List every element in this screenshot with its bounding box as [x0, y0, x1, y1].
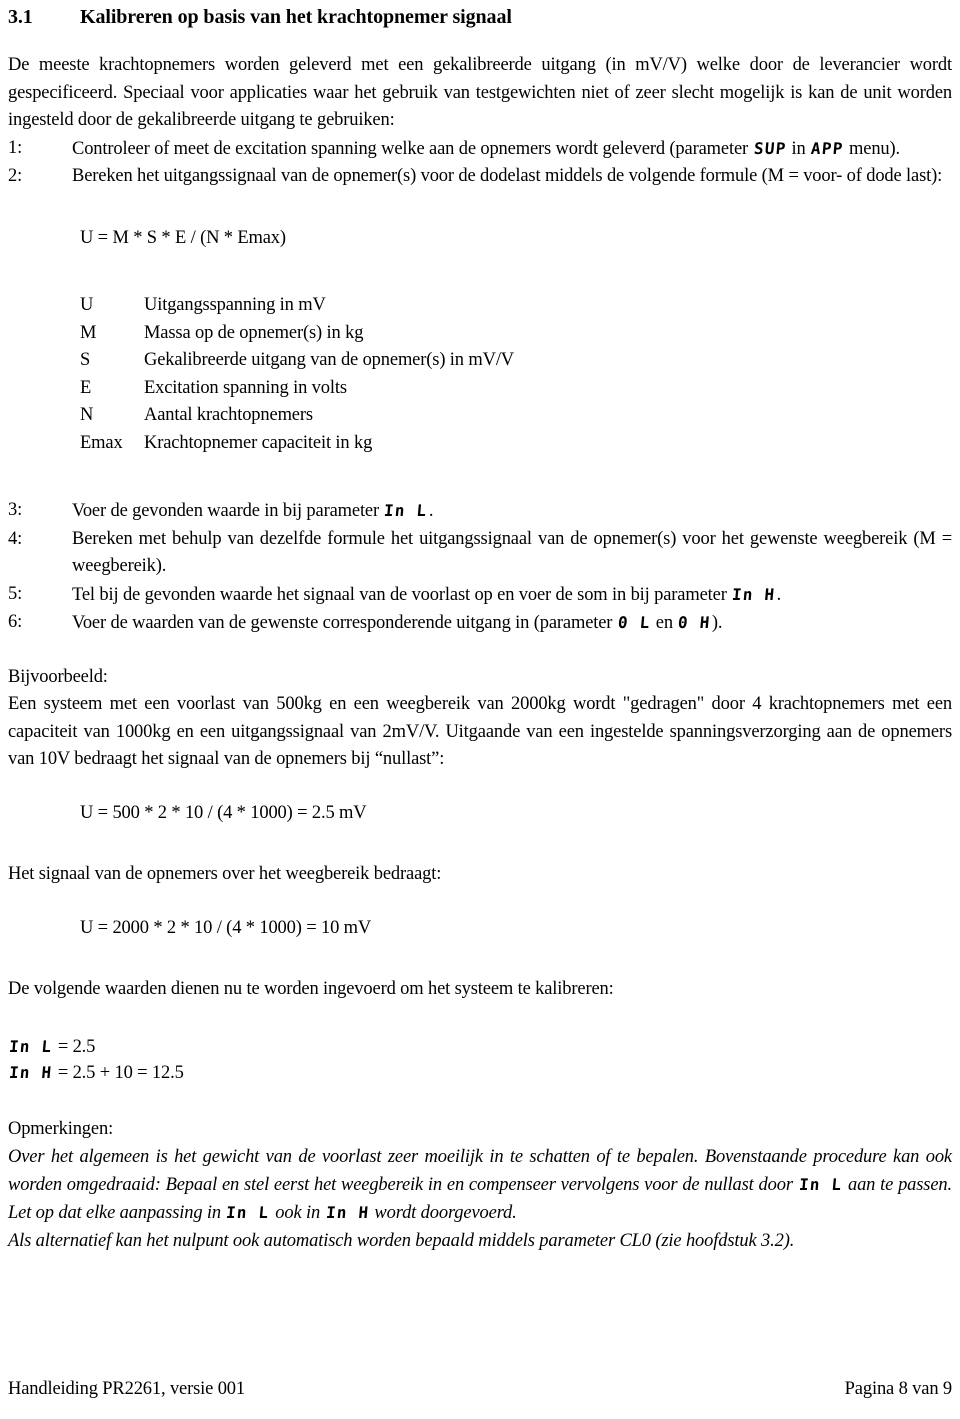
parameter-equation: = 2.5 — [53, 1036, 96, 1057]
footer-right: Pagina 8 van 9 — [844, 1379, 952, 1399]
parameter-equation: = 2.5 + 10 = 12.5 — [53, 1062, 184, 1083]
step-text-before: Voer de gevonden waarde in bij parameter — [72, 501, 384, 521]
param-inh: In H — [8, 1062, 54, 1082]
parameter-value-row: In H = 2.5 + 10 = 12.5 — [8, 1060, 952, 1086]
notes-paragraph-alt: Als alternatief kan het nulpunt ook auto… — [8, 1231, 795, 1251]
param-inh: In H — [324, 1203, 370, 1222]
param-oh: 0 H — [677, 613, 712, 632]
step-text-after: ). — [711, 613, 723, 633]
legend-symbol: E — [80, 377, 92, 398]
step-text-before: Tel bij de gevonden waarde het signaal v… — [72, 584, 732, 605]
step-text: Bereken met behulp van dezelfde formule … — [72, 528, 952, 577]
example-values-intro: De volgende waarden dienen nu te worden … — [8, 979, 614, 999]
step-text: Bereken het uitgangssignaal van de opnem… — [72, 166, 943, 186]
legend-symbol: S — [80, 350, 91, 370]
legend-description: Aantal krachtopnemers — [144, 405, 313, 425]
param-inl: In L — [225, 1203, 271, 1222]
legend-symbol: Emax — [80, 432, 123, 453]
example-range-intro: Het signaal van de opnemers over het wee… — [8, 864, 442, 884]
step-number: 1: — [8, 137, 23, 158]
legend-description: Krachtopnemer capaciteit in kg — [144, 432, 373, 453]
footer-left: Handleiding PR2261, versie 001 — [8, 1379, 246, 1399]
param-inl: In L — [383, 501, 429, 520]
legend-symbol: U — [80, 295, 94, 315]
section-heading: 3.1 Kalibreren op basis van het krachtop… — [8, 4, 952, 30]
step-text-before: Voer de waarden van de gewenste correspo… — [72, 613, 617, 633]
example-label: Bijvoorbeeld: — [8, 666, 108, 687]
notes-title: Opmerkingen: — [8, 1118, 114, 1139]
main-formula: U = M * S * E / (N * Emax) — [80, 227, 286, 248]
step-item-2: 2: Bereken het uitgangssignaal van de op… — [8, 163, 952, 191]
notes-text-c: ook in — [270, 1203, 325, 1223]
step-number: 4: — [8, 528, 23, 549]
param-ol: 0 L — [616, 613, 652, 632]
param-sup: SUP — [752, 138, 787, 158]
page-footer: Handleiding PR2261, versie 001 Pagina 8 … — [8, 1377, 952, 1401]
document-page: 3.1 Kalibreren op basis van het krachtop… — [0, 0, 960, 1419]
step-item-5: 5: Tel bij de gevonden waarde het signaa… — [8, 581, 952, 610]
step-number: 2: — [8, 166, 23, 186]
parameter-value-row: In L = 2.5 — [8, 1034, 952, 1060]
legend-description: Excitation spanning in volts — [144, 377, 347, 398]
intro-paragraph: De meeste krachtopnemers worden geleverd… — [8, 55, 952, 130]
step-text-middle: in — [787, 138, 811, 159]
step-number: 6: — [8, 612, 23, 632]
page-title: Kalibreren op basis van het krachtopneme… — [80, 6, 512, 28]
legend-row: Emax Krachtopnemer capaciteit in kg — [80, 430, 952, 458]
page-content: 3.1 Kalibreren op basis van het krachtop… — [8, 4, 952, 1255]
steps-list-continued: 3: Voer de gevonden waarde in bij parame… — [8, 497, 952, 638]
legend-row: U Uitgangsspanning in mV — [80, 292, 952, 320]
step-item-6: 6: Voer de waarden van de gewenste corre… — [8, 609, 952, 638]
param-inl: In L — [797, 1175, 843, 1194]
variable-legend: U Uitgangsspanning in mV M Massa op de o… — [80, 292, 952, 457]
notes-paragraph: Over het algemeen is het gewicht van de … — [8, 1143, 952, 1227]
step-number: 3: — [8, 500, 23, 520]
step-text-after: . — [776, 584, 782, 605]
parameter-values-list: In L = 2.5 In H = 2.5 + 10 = 12.5 — [8, 1034, 952, 1086]
step-text-after: . — [428, 501, 434, 521]
legend-symbol: M — [80, 322, 97, 343]
step-text: Voer de waarden van de gewenste correspo… — [72, 609, 952, 638]
legend-description: Massa op de opnemer(s) in kg — [144, 322, 364, 343]
section-number: 3.1 — [8, 6, 33, 28]
step-item-4: 4: Bereken met behulp van dezelfde formu… — [8, 526, 952, 581]
param-inh: In H — [731, 584, 777, 604]
legend-symbol: N — [80, 405, 94, 425]
step-number: 5: — [8, 583, 23, 604]
legend-description: Uitgangsspanning in mV — [144, 295, 326, 315]
notes-text-d: wordt doorgevoerd. — [369, 1203, 517, 1223]
step-text: Tel bij de gevonden waarde het signaal v… — [72, 581, 952, 610]
legend-description: Gekalibreerde uitgang van de opnemer(s) … — [144, 350, 515, 370]
step-text-after: menu). — [844, 138, 901, 159]
step-item-3: 3: Voer de gevonden waarde in bij parame… — [8, 497, 952, 526]
param-app: APP — [810, 138, 845, 158]
step-text-before: Controleer of meet de excitation spannin… — [72, 138, 753, 159]
step-text-middle: en — [651, 613, 678, 633]
example-formula-zeroload: U = 500 * 2 * 10 / (4 * 1000) = 2.5 mV — [80, 802, 367, 823]
legend-row: M Massa op de opnemer(s) in kg — [80, 320, 952, 348]
legend-row: N Aantal krachtopnemers — [80, 402, 952, 430]
legend-row: S Gekalibreerde uitgang van de opnemer(s… — [80, 347, 952, 375]
step-text: Controleer of meet de excitation spannin… — [72, 135, 952, 164]
steps-list: 1: Controleer of meet de excitation span… — [8, 135, 952, 191]
step-text: Voer de gevonden waarde in bij parameter… — [72, 497, 952, 526]
step-item-1: 1: Controleer of meet de excitation span… — [8, 135, 952, 164]
example-formula-range: U = 2000 * 2 * 10 / (4 * 1000) = 10 mV — [80, 917, 372, 938]
param-inl: In L — [8, 1036, 54, 1056]
example-paragraph: Een systeem met een voorlast van 500kg e… — [8, 694, 952, 769]
legend-row: E Excitation spanning in volts — [80, 375, 952, 403]
